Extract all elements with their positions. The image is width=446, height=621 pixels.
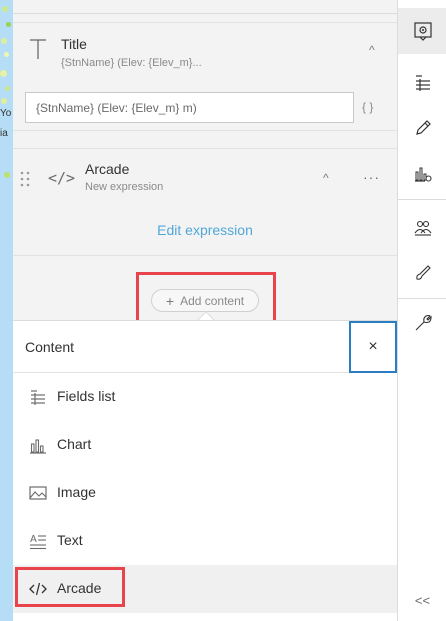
map-view[interactable]: Yo ia xyxy=(0,0,13,621)
chart-settings-icon xyxy=(414,167,432,182)
arcade-item-highlight xyxy=(15,567,125,607)
brush-icon xyxy=(415,265,431,280)
people-icon xyxy=(414,220,431,236)
title-block-name: Title xyxy=(61,36,87,52)
map-point xyxy=(6,22,11,27)
title-block-subtitle: {StnName} (Elev: {Elev_m}... xyxy=(61,57,202,69)
arcade-block-name: Arcade xyxy=(85,161,130,177)
action-fields[interactable] xyxy=(398,60,446,106)
action-divider xyxy=(398,298,446,299)
drag-handle-icon[interactable] xyxy=(20,171,30,187)
title-icon xyxy=(30,39,46,59)
map-label: Yo xyxy=(0,108,12,119)
pencil-icon xyxy=(415,120,431,135)
text-icon: A xyxy=(30,534,46,550)
content-menu-header: Content × xyxy=(13,321,397,373)
menu-item-chart[interactable]: Chart xyxy=(13,421,397,469)
title-expression-input[interactable]: {StnName} (Elev: {Elev_m} m) xyxy=(25,92,354,123)
menu-item-label: Fields list xyxy=(57,388,116,404)
collapse-chevron-icon[interactable]: ^ xyxy=(323,171,329,185)
map-point xyxy=(1,98,7,104)
map-point xyxy=(4,172,10,178)
svg-text:A: A xyxy=(30,534,37,545)
code-icon: </> xyxy=(48,169,76,187)
arcade-block-subtitle: New expression xyxy=(85,181,164,193)
map-point xyxy=(0,70,7,77)
map-point xyxy=(5,86,10,91)
map-point xyxy=(1,38,7,44)
map-point xyxy=(2,6,8,12)
menu-item-label: Chart xyxy=(57,436,92,452)
fields-list-icon xyxy=(31,390,45,405)
menu-item-label: Text xyxy=(57,532,83,548)
action-charts[interactable] xyxy=(398,151,446,197)
list-icon xyxy=(415,75,430,91)
popup-settings-icon xyxy=(413,22,432,41)
action-style[interactable] xyxy=(398,250,446,296)
collapse-chevron-icon[interactable]: ^ xyxy=(369,43,375,57)
panel-top-strip xyxy=(13,0,397,14)
action-community[interactable] xyxy=(398,205,446,251)
menu-item-fields-list[interactable]: Fields list xyxy=(13,373,397,421)
edit-expression-link[interactable]: Edit expression xyxy=(13,222,397,238)
action-edit[interactable] xyxy=(398,105,446,151)
title-content-block[interactable]: Title {StnName} (Elev: {Elev_m}... ^ {St… xyxy=(13,22,397,131)
close-button[interactable]: × xyxy=(349,321,397,373)
wrench-icon xyxy=(415,314,432,331)
insert-field-button[interactable]: { } xyxy=(362,100,373,114)
action-configure-popup[interactable] xyxy=(398,8,446,54)
map-label: ia xyxy=(0,128,8,139)
menu-item-text[interactable]: A Text xyxy=(13,517,397,565)
content-menu: Content × Fields list Chart Image A Text… xyxy=(13,320,397,621)
more-options-icon[interactable]: ··· xyxy=(363,169,380,185)
action-divider xyxy=(398,199,446,200)
content-menu-title: Content xyxy=(25,339,75,355)
collapse-panel-button[interactable]: << xyxy=(398,593,446,608)
chart-icon xyxy=(30,439,46,454)
menu-item-label: Image xyxy=(57,484,96,500)
image-icon xyxy=(29,486,47,500)
map-point xyxy=(4,52,9,57)
action-tools[interactable] xyxy=(398,300,446,346)
action-bar: << xyxy=(397,0,446,621)
close-icon: × xyxy=(368,338,378,355)
arcade-content-block[interactable]: </> Arcade New expression ^ ··· Edit exp… xyxy=(13,148,397,256)
menu-item-image[interactable]: Image xyxy=(13,469,397,517)
